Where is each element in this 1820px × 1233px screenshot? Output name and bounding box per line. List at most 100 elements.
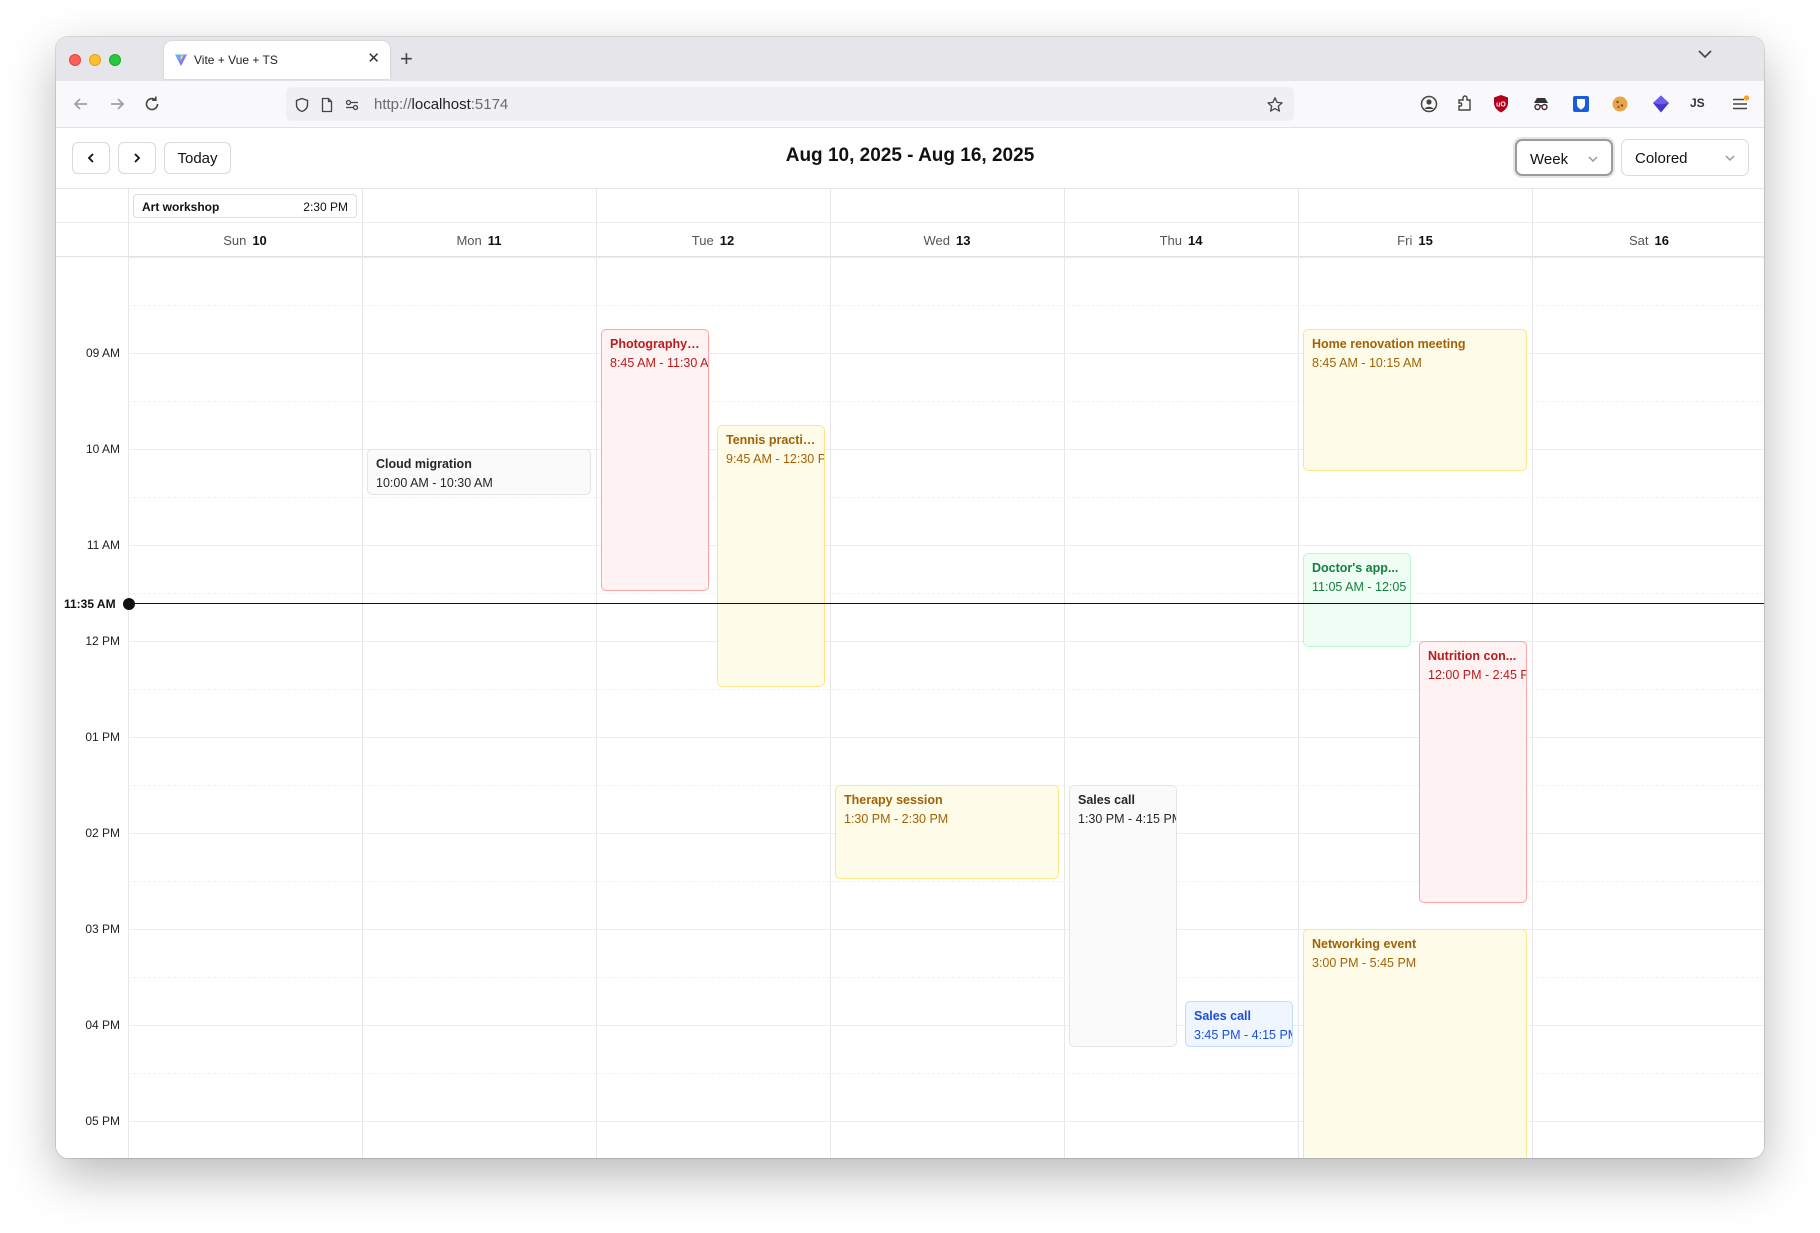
hour-label: 12 PM — [85, 634, 120, 648]
browser-tab[interactable]: Vite + Vue + TS ✕ — [164, 41, 390, 79]
calendar-event[interactable]: Nutrition con... 12:00 PM - 2:45 PM — [1419, 641, 1527, 903]
day-name: Wed — [923, 233, 951, 248]
calendar-event[interactable]: Sales call 3:45 PM - 4:15 PM — [1185, 1001, 1293, 1047]
day-header-row: Sun 10 Mon 11 Tue 12 Wed 13 Thu 14 Fri 15 Sat 16 — [56, 223, 1764, 257]
url-bar[interactable]: http://localhost:5174 — [286, 87, 1294, 121]
week-grid[interactable]: Art workshop 2:30 PM Sun 10 Mon 11 Tue 12 Wed 1… — [56, 189, 1764, 1158]
calendar-event[interactable]: Doctor's app... 11:05 AM - 12:05 PM — [1303, 552, 1411, 647]
day-number: 15 — [1418, 233, 1433, 248]
date-range-title: Aug 10, 2025 - Aug 16, 2025 — [785, 145, 1035, 166]
url-text[interactable]: http://localhost:5174 — [374, 96, 508, 113]
event-title: Art workshop — [142, 200, 220, 214]
menu-hamburger-icon[interactable] — [1729, 93, 1751, 115]
day-header-sat: Sat 16 — [1532, 233, 1764, 248]
new-tab-button[interactable]: + — [400, 46, 413, 72]
extensions-puzzle-icon[interactable] — [1454, 93, 1476, 115]
day-number: 16 — [1654, 233, 1669, 248]
column-divider — [1064, 189, 1065, 1158]
color-mode-select-value: Colored — [1635, 150, 1688, 167]
minimize-window-button[interactable] — [89, 54, 101, 66]
column-divider — [128, 189, 129, 1158]
chevron-down-icon — [1725, 155, 1735, 162]
day-name: Sun — [223, 233, 247, 248]
forward-arrow-icon[interactable] — [107, 94, 127, 114]
color-mode-select[interactable]: Colored — [1621, 139, 1749, 176]
today-button[interactable]: Today — [164, 142, 231, 174]
event-time: 9:45 AM - 12:30 PM — [726, 452, 824, 466]
tab-list-chevron-icon[interactable] — [1698, 49, 1712, 59]
layers-cube-icon[interactable] — [1650, 93, 1672, 115]
url-port: :5174 — [470, 96, 509, 113]
permissions-icon[interactable] — [344, 97, 360, 113]
all-day-row: Art workshop 2:30 PM — [56, 189, 1764, 223]
half-hour-line — [128, 497, 1764, 498]
calendar-event[interactable]: Home renovation meeting 8:45 AM - 10:15 A… — [1303, 329, 1527, 471]
tab-close-icon[interactable]: ✕ — [367, 50, 380, 68]
day-number: 13 — [956, 233, 971, 248]
calendar-event[interactable]: Networking event 3:00 PM - 5:45 PM — [1303, 929, 1527, 1158]
next-week-button[interactable] — [118, 142, 156, 174]
prev-week-button[interactable] — [72, 142, 110, 174]
close-window-button[interactable] — [69, 54, 81, 66]
half-hour-line — [128, 593, 1764, 594]
reload-icon[interactable] — [142, 94, 162, 114]
chevron-right-icon — [134, 153, 141, 163]
bookmark-star-icon[interactable] — [1266, 96, 1284, 114]
hour-label: 03 PM — [85, 922, 120, 936]
hour-label: 09 AM — [85, 346, 120, 360]
url-host: localhost — [411, 96, 471, 113]
event-title: Therapy session — [844, 793, 943, 807]
page-icon[interactable] — [319, 97, 335, 113]
hour-label: 04 PM — [85, 1018, 120, 1032]
all-day-event[interactable]: Art workshop 2:30 PM — [133, 194, 357, 218]
ublock-shield-icon[interactable]: uO — [1490, 93, 1512, 115]
hour-line — [128, 257, 1764, 258]
event-time: 12:00 PM - 2:45 PM — [1428, 668, 1526, 682]
maximize-window-button[interactable] — [109, 54, 121, 66]
hour-line — [128, 545, 1764, 546]
calendar-event[interactable]: Therapy session 1:30 PM - 2:30 PM — [835, 785, 1059, 879]
day-name: Tue — [691, 233, 714, 248]
navigation-bar: http://localhost:5174 uO JS — [56, 81, 1764, 128]
day-name: Sat — [1629, 233, 1649, 248]
day-number: 11 — [487, 233, 502, 248]
day-header-thu: Thu 14 — [1064, 233, 1298, 248]
calendar-event[interactable]: Cloud migration 10:00 AM - 10:30 AM — [367, 449, 591, 495]
event-title: Doctor's app... — [1312, 560, 1399, 575]
calendar-event[interactable]: Sales call 1:30 PM - 4:15 PM — [1069, 785, 1177, 1047]
event-time: 8:45 AM - 10:15 AM — [1312, 356, 1422, 370]
js-extension-icon[interactable]: JS — [1690, 96, 1705, 110]
column-divider — [362, 189, 363, 1158]
incognito-spy-icon[interactable] — [1530, 93, 1552, 115]
hour-label: 05 PM — [85, 1114, 120, 1128]
event-title: Nutrition con... — [1428, 649, 1517, 663]
url-prefix: http:// — [374, 96, 412, 113]
view-select[interactable]: Week — [1515, 139, 1613, 176]
half-hour-line — [128, 305, 1764, 306]
event-title: Sales call — [1194, 1009, 1251, 1023]
event-title: Networking event — [1312, 937, 1417, 951]
event-title: Sales call — [1078, 793, 1135, 807]
calendar-event[interactable]: Tennis practice 9:45 AM - 12:30 PM — [717, 425, 825, 687]
desktop: Vite + Vue + TS ✕ + http://localhost:517… — [0, 0, 1820, 1233]
column-divider — [596, 189, 597, 1158]
hour-label: 10 AM — [85, 442, 120, 456]
event-time: 3:45 PM - 4:15 PM — [1194, 1028, 1293, 1042]
event-time: 3:00 PM - 5:45 PM — [1312, 956, 1417, 970]
column-divider — [1532, 189, 1533, 1158]
calendar-event[interactable]: Photography ... 8:45 AM - 11:30 AM — [601, 329, 709, 591]
bitwarden-shield-icon[interactable] — [1570, 93, 1592, 115]
hour-label: 02 PM — [85, 826, 120, 840]
account-icon[interactable] — [1418, 93, 1440, 115]
chevron-down-icon — [1588, 156, 1598, 163]
day-header-sun: Sun 10 — [128, 233, 362, 248]
event-title: Tennis practice — [726, 433, 816, 447]
chevron-left-icon — [87, 153, 94, 163]
current-time-dot — [123, 598, 135, 610]
day-name: Mon — [456, 233, 482, 248]
svg-text:uO: uO — [1496, 102, 1506, 109]
back-arrow-icon[interactable] — [71, 94, 91, 114]
day-header-wed: Wed 13 — [830, 233, 1064, 248]
shield-icon[interactable] — [294, 97, 310, 113]
cookie-icon[interactable] — [1609, 93, 1631, 115]
